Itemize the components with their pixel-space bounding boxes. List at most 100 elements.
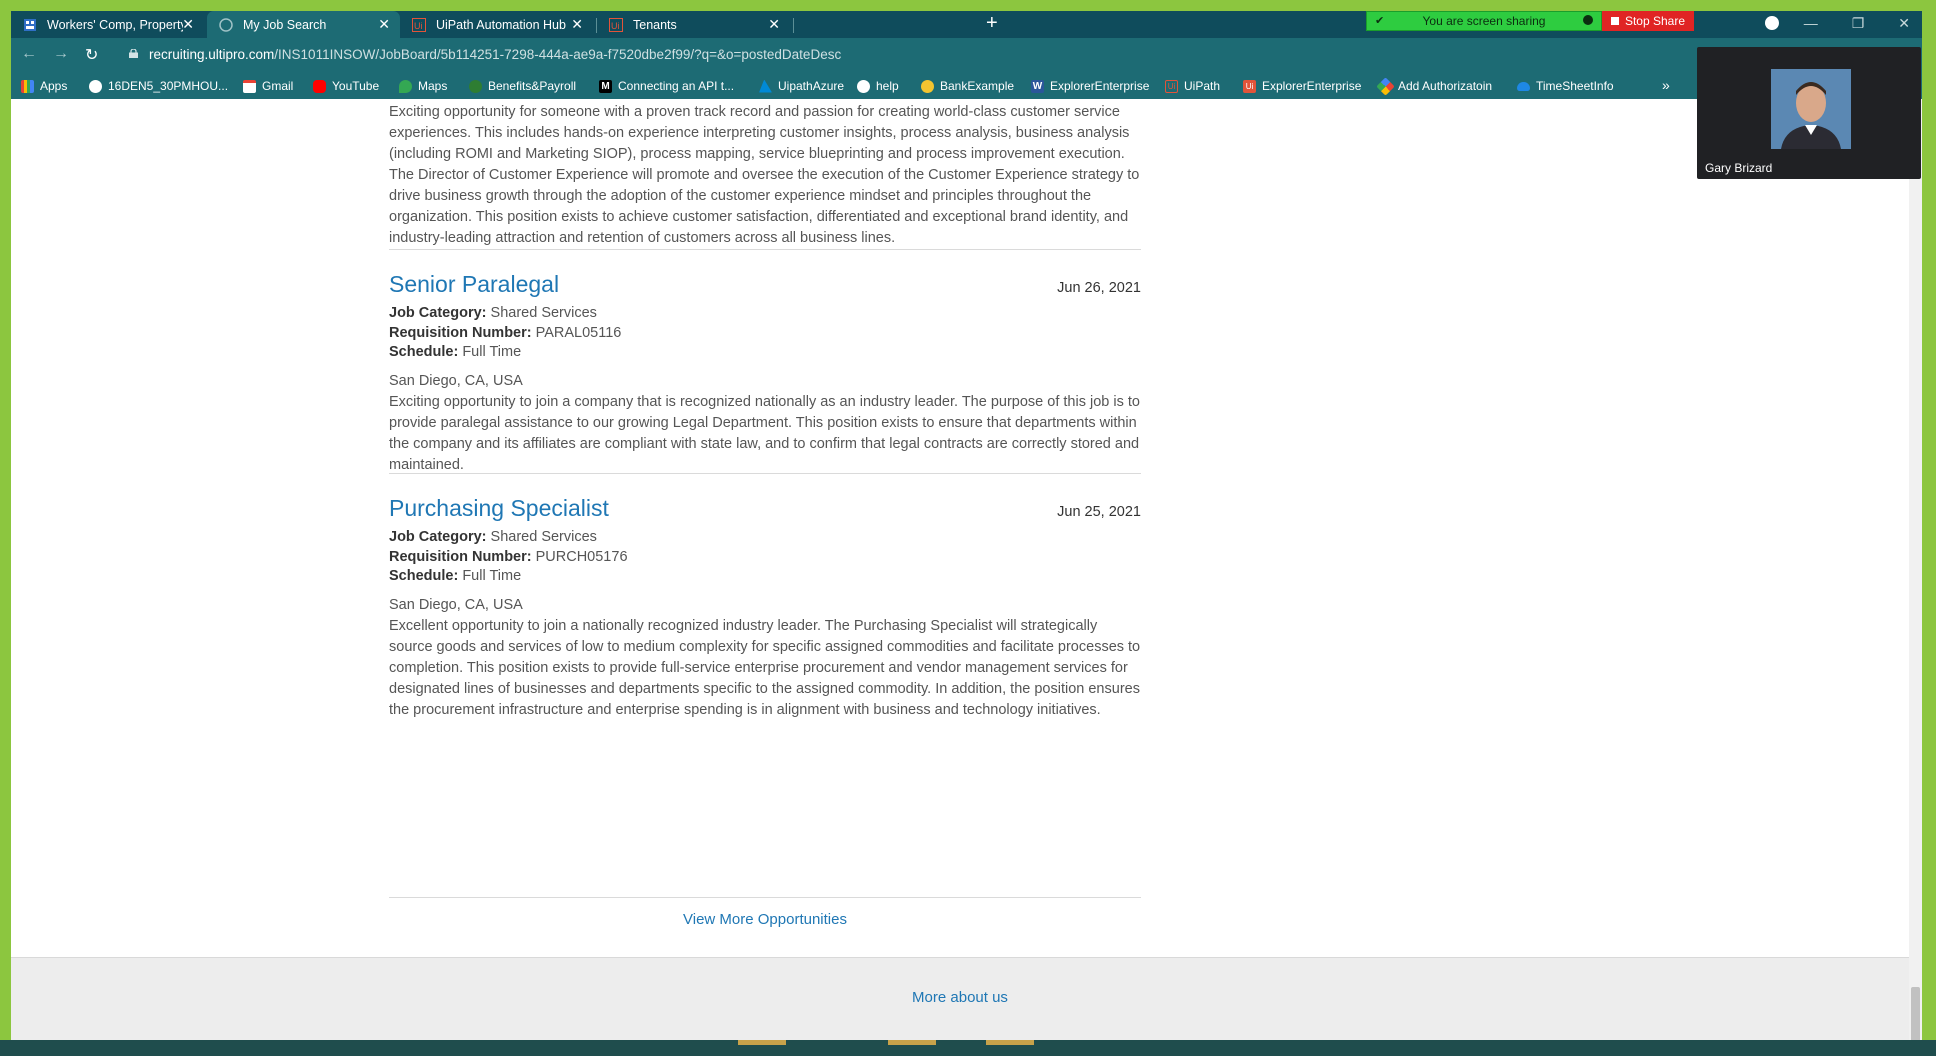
view-more-opportunities-link[interactable]: View More Opportunities <box>389 911 1141 928</box>
medium-icon: M <box>599 79 612 93</box>
requisition-value: PURCH05176 <box>535 549 628 565</box>
new-tab-button[interactable]: + <box>986 12 998 35</box>
signal-icon: ✔ <box>1375 15 1385 27</box>
bookmark-bankexample[interactable]: BankExample <box>921 79 1014 93</box>
job-description: Exciting opportunity to join a company t… <box>389 394 1140 473</box>
close-icon[interactable]: ✕ <box>378 16 390 33</box>
tab-title: Tenants <box>633 17 677 32</box>
tab-workers-comp[interactable]: Workers' Comp, Property & Auto ✕ <box>11 11 204 38</box>
url-field[interactable]: recruiting.ultipro.com/INS1011INSOW/JobB… <box>149 47 841 62</box>
apps-grid-icon <box>21 79 34 93</box>
tab-uipath-automation-hub[interactable]: Ui UiPath Automation Hub ✕ <box>400 11 593 38</box>
uipath-icon: Ui <box>1165 79 1178 93</box>
bookmark-label: UipathAzure <box>778 79 845 93</box>
bookmark-connecting-api[interactable]: M Connecting an API t... <box>599 79 734 93</box>
close-icon[interactable]: ✕ <box>768 16 780 33</box>
gmail-icon <box>243 79 256 93</box>
bookmark-gmail[interactable]: Gmail <box>243 79 293 93</box>
globe-icon <box>89 79 102 93</box>
job-location: San Diego, CA, USA <box>389 597 523 613</box>
bookmark-maps[interactable]: Maps <box>399 79 447 93</box>
job-category: Job Category: Shared Services <box>389 529 597 545</box>
github-icon <box>857 79 870 93</box>
taskbar-item[interactable] <box>888 1040 936 1045</box>
job-category-value: Shared Services <box>490 305 597 321</box>
bookmark-explorerenterprise-uipath[interactable]: Ui ExplorerEnterprise <box>1243 79 1361 93</box>
uipath-icon: Ui <box>1243 79 1256 93</box>
bookmarks-overflow-button[interactable]: » <box>1662 77 1670 93</box>
bookmark-uipathazure[interactable]: UipathAzure <box>759 79 844 93</box>
close-icon[interactable]: ✕ <box>182 16 194 33</box>
schedule-value: Full Time <box>462 568 522 584</box>
bookmark-timesheetinfo[interactable]: TimeSheetInfo <box>1517 79 1614 93</box>
profile-dropdown-icon[interactable] <box>1765 16 1779 30</box>
map-pin-icon <box>399 79 412 93</box>
bookmark-label: Apps <box>40 79 68 93</box>
diamond-icon <box>1376 76 1395 96</box>
taskbar-item[interactable] <box>986 1040 1034 1045</box>
url-path: /INS1011INSOW/JobBoard/5b114251-7298-444… <box>274 47 842 62</box>
schedule: Schedule: Full Time <box>389 568 521 584</box>
video-tile[interactable]: Gary Brizard <box>1697 47 1921 179</box>
cloud-icon <box>1517 81 1530 91</box>
job-category-label: Job Category: <box>389 305 487 321</box>
requisition-number: Requisition Number: PARAL05116 <box>389 325 621 341</box>
svg-text:Ui: Ui <box>611 21 620 31</box>
tab-tenants[interactable]: Ui Tenants ✕ <box>597 11 790 38</box>
bookmark-label: help <box>876 79 899 93</box>
bookmark-youtube[interactable]: YouTube <box>313 79 379 93</box>
participant-name: Gary Brizard <box>1705 161 1773 175</box>
schedule-label: Schedule: <box>389 568 459 584</box>
scrollbar-thumb[interactable] <box>1911 987 1920 1047</box>
more-about-us-link[interactable]: More about us <box>11 989 1909 1006</box>
bookmark-label: ExplorerEnterprise <box>1050 79 1150 93</box>
minimize-icon[interactable]: — <box>1804 15 1818 32</box>
bookmark-label: ExplorerEnterprise <box>1262 79 1362 93</box>
bookmark-label: 16DEN5_30PMHOU... <box>108 79 229 93</box>
tab-strip: Workers' Comp, Property & Auto ✕ My Job … <box>11 11 1922 38</box>
back-arrow-icon[interactable]: ← <box>21 45 37 63</box>
browser-window: Workers' Comp, Property & Auto ✕ My Job … <box>11 11 1922 1051</box>
tab-title: Workers' Comp, Property & Auto <box>47 17 183 32</box>
bookmark-help[interactable]: help <box>857 79 899 93</box>
reload-icon[interactable]: ↻ <box>85 45 98 65</box>
tab-title: My Job Search <box>243 17 327 32</box>
url-domain: recruiting.ultipro.com <box>149 47 275 62</box>
restore-icon[interactable]: ❐ <box>1852 15 1865 32</box>
job-category-label: Job Category: <box>389 529 487 545</box>
person-icon <box>1771 69 1851 149</box>
schedule-label: Schedule: <box>389 344 459 360</box>
bookmark-uipath[interactable]: Ui UiPath <box>1165 79 1220 93</box>
requisition-label: Requisition Number: <box>389 549 532 565</box>
tab-separator <box>793 18 794 33</box>
job-board-page: Exciting opportunity for someone with a … <box>11 99 1922 1051</box>
page-scrollbar[interactable]: ▲ <box>1909 99 1922 1051</box>
job-category: Job Category: Shared Services <box>389 305 597 321</box>
bookmark-add-authorization[interactable]: Add Authorizatoin <box>1376 76 1492 96</box>
grid-app-icon <box>24 18 36 31</box>
forward-arrow-icon[interactable]: → <box>53 45 69 63</box>
bookmark-apps[interactable]: Apps <box>21 79 67 93</box>
job-description: Exciting opportunity for someone with a … <box>389 104 1140 246</box>
close-window-icon[interactable]: ✕ <box>1898 15 1910 32</box>
footer: More about us <box>11 957 1909 1051</box>
job-title-link[interactable]: Purchasing Specialist <box>389 495 609 522</box>
globe-icon <box>219 17 233 32</box>
requisition-label: Requisition Number: <box>389 325 532 341</box>
window-controls: — ❐ ✕ <box>1804 15 1910 32</box>
uipath-icon: Ui <box>412 17 426 32</box>
schedule: Schedule: Full Time <box>389 344 521 360</box>
address-bar: ← → ↻ recruiting.ultipro.com/INS1011INSO… <box>11 38 1922 72</box>
close-icon[interactable]: ✕ <box>571 16 583 33</box>
youtube-icon <box>313 79 326 93</box>
bookmarks-bar: Apps 16DEN5_30PMHOU... Gmail YouTube Map… <box>11 72 1922 99</box>
word-icon: W <box>1031 79 1044 93</box>
taskbar <box>0 1040 1936 1056</box>
stop-share-button[interactable]: Stop Share <box>1602 11 1694 31</box>
bookmark-benefits-payroll[interactable]: Benefits&Payroll <box>469 79 576 93</box>
bookmark-explorerenterprise-word[interactable]: W ExplorerEnterprise <box>1031 79 1149 93</box>
tab-my-job-search[interactable]: My Job Search ✕ <box>207 11 400 38</box>
taskbar-item[interactable] <box>738 1040 786 1045</box>
job-title-link[interactable]: Senior Paralegal <box>389 271 559 298</box>
bookmark-16den5[interactable]: 16DEN5_30PMHOU... <box>89 79 228 93</box>
